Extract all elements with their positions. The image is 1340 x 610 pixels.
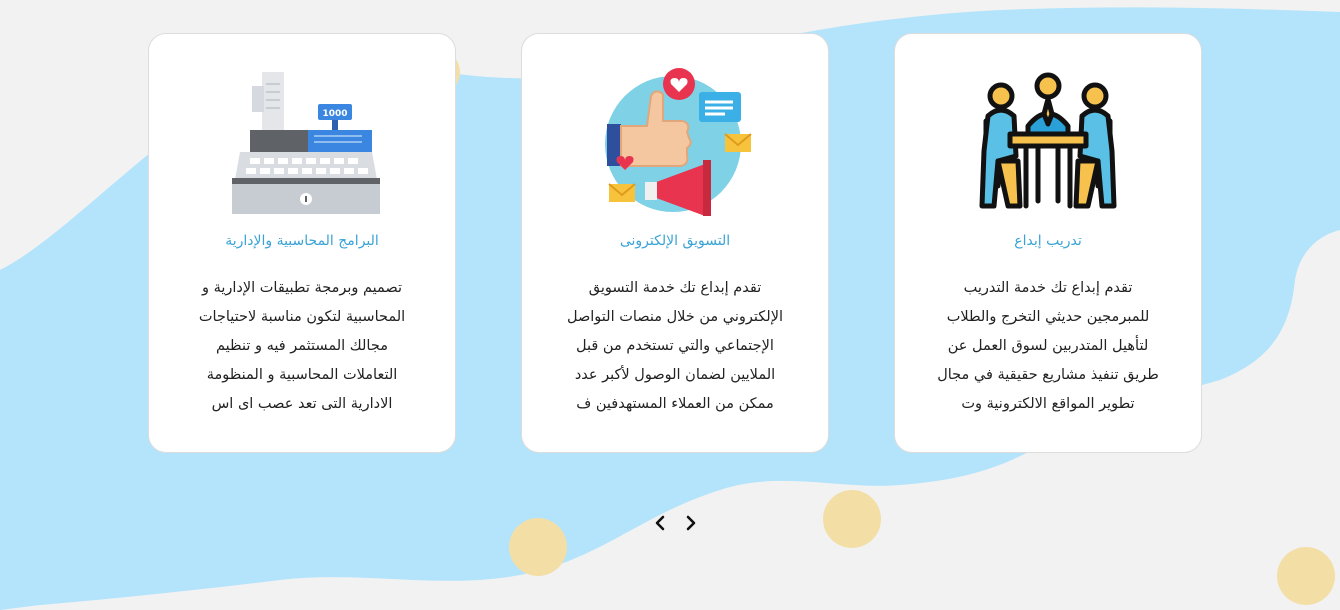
card-description-line: تقدم إبداع تك خدمة التسويق — [588, 280, 762, 296]
chevron-left-icon — [655, 515, 665, 531]
card-description: تقدم إبداع تك خدمة التسويق الإلكتروني من… — [544, 274, 806, 419]
card-description-line: المحاسبية لتكون مناسبة لاحتياجات — [198, 309, 406, 325]
card-description-line: تطوير المواقع الالكترونية وت — [961, 396, 1135, 412]
card-description-line: التعاملات المحاسبية و المنظومة — [206, 367, 398, 383]
card-title: التسويق الإلكترونى — [619, 233, 731, 249]
card-description-line: ممكن من العملاء المستهدفين ف — [576, 396, 774, 412]
card-description-line: تقدم إبداع تك خدمة التدريب — [963, 280, 1133, 296]
service-card-training: تدريب إبداع تقدم إبداع تك خدمة التدريب ل… — [894, 33, 1202, 453]
card-description: تصميم وبرمجة تطبيقات الإدارية و المحاسبي… — [171, 274, 433, 419]
digital-marketing-icon — [605, 68, 752, 216]
register-display-text: 1000 — [322, 109, 347, 119]
card-description-line: تصميم وبرمجة تطبيقات الإدارية و — [201, 280, 403, 296]
service-card-marketing: التسويق الإلكترونى تقدم إبداع تك خدمة ال… — [521, 33, 829, 453]
decor-dot — [509, 518, 567, 576]
carousel-prev-button[interactable] — [650, 512, 670, 534]
training-meeting-icon — [979, 72, 1117, 209]
carousel-next-button[interactable] — [681, 512, 701, 534]
card-description-line: للمبرمجين حديثي التخرج والطلاب — [946, 309, 1150, 325]
card-description-line: الإجتماعي والتي تستخدم من قبل — [576, 338, 774, 354]
card-title: تدريب إبداع — [1014, 233, 1082, 249]
chevron-right-icon — [686, 515, 696, 531]
decor-dot — [1277, 547, 1335, 605]
card-description-line: طريق تنفيذ مشاريع حقيقية في مجال — [937, 367, 1159, 383]
cash-register-icon: 1000 — [232, 72, 380, 214]
card-description-line: الادارية التى تعد عصب اى اس — [211, 396, 393, 412]
card-description: تقدم إبداع تك خدمة التدريب للمبرمجين حدي… — [917, 274, 1179, 419]
card-description-line: لتأهيل المتدربين لسوق العمل عن — [947, 338, 1149, 354]
services-section: تدريب إبداع تقدم إبداع تك خدمة التدريب ل… — [0, 0, 1340, 610]
card-description-line: مجالك المستثمر فيه و تنظيم — [216, 338, 388, 354]
card-description-line: الإلكتروني من خلال منصات التواصل — [566, 309, 784, 325]
card-title: البرامج المحاسبية والإدارية — [225, 233, 379, 249]
service-card-accounting: 1000 البرامج المحاسبية والإدارية تصميم و… — [148, 33, 456, 453]
card-description-line: الملايين لضمان الوصول لأكبر عدد — [574, 367, 776, 383]
decor-dot — [823, 490, 881, 548]
